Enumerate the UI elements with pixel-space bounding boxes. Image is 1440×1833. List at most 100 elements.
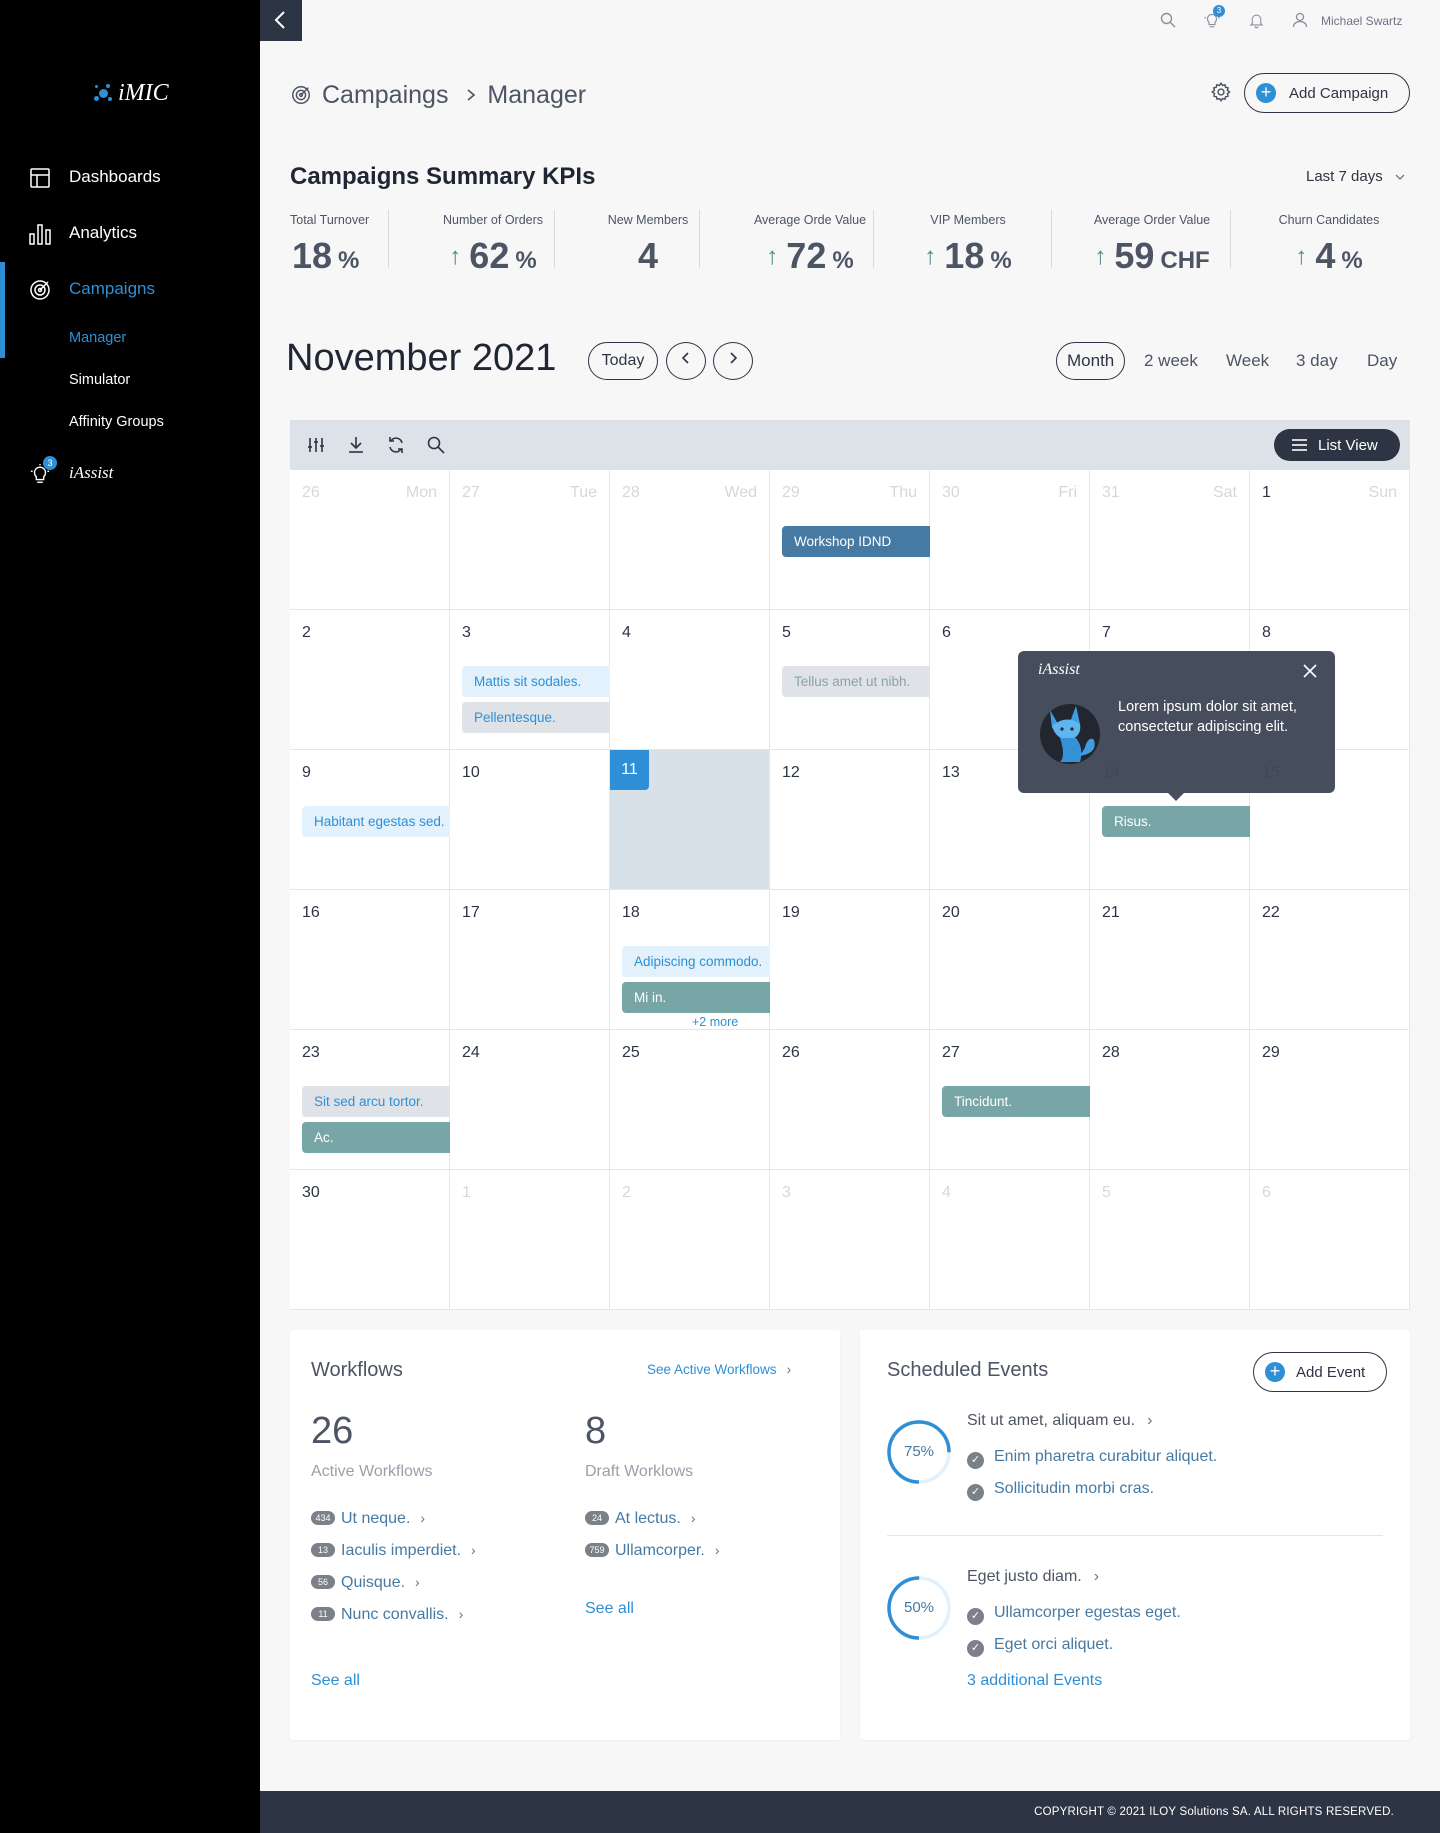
calendar-day-cell[interactable]: 17	[450, 890, 610, 1030]
kpi-separator	[873, 210, 874, 268]
calendar-event[interactable]: Tincidunt.	[942, 1086, 1090, 1117]
sidebar-item-campaigns[interactable]: Campaigns	[0, 262, 260, 358]
calendar-day-cell[interactable]: 20	[930, 890, 1090, 1030]
sidebar-item-iassist[interactable]: 3 iAssist	[0, 454, 260, 494]
app-logo[interactable]: iMIC	[92, 80, 169, 107]
refresh-icon[interactable]	[386, 435, 406, 455]
next-month-button[interactable]	[713, 342, 753, 380]
sidebar-subitem-manager[interactable]: Manager	[69, 330, 126, 346]
calendar-day-cell[interactable]: 6	[1250, 1170, 1410, 1310]
dashboard-icon	[30, 168, 50, 188]
workflow-item[interactable]: 759 Ullamcorper. ›	[585, 1542, 719, 1560]
calendar-day-cell[interactable]: 5	[1090, 1170, 1250, 1310]
trend-up-icon: ↑	[924, 243, 937, 270]
calendar-day-cell[interactable]: 26	[770, 1030, 930, 1170]
logo-dots-icon	[92, 83, 114, 105]
calendar-day-cell[interactable]: 21	[1090, 890, 1250, 1030]
search-icon[interactable]	[1160, 12, 1176, 28]
sidebar-subitem-simulator[interactable]: Simulator	[69, 372, 130, 388]
calendar-day-cell[interactable]: 11	[610, 750, 770, 890]
view-day-button[interactable]: Day	[1367, 351, 1397, 371]
calendar-day-cell[interactable]: 24	[450, 1030, 610, 1170]
day-number: 24	[462, 1044, 480, 1061]
gear-icon[interactable]	[1210, 81, 1232, 103]
calendar-day-cell[interactable]: 28 Wed	[610, 470, 770, 610]
download-icon[interactable]	[346, 435, 366, 455]
calendar-day-cell[interactable]: 2	[610, 1170, 770, 1310]
day-number: 6	[1262, 1184, 1271, 1201]
calendar-event[interactable]: Adipiscing commodo.	[622, 946, 770, 977]
app-root: iMIC Dashboards Analytics Campaigns Mana…	[0, 0, 1440, 1833]
calendar-day-cell[interactable]: 22	[1250, 890, 1410, 1030]
calendar-day-cell[interactable]: 30	[290, 1170, 450, 1310]
scheduled-event-item[interactable]: ✓ Sollicitudin morbi cras.	[967, 1480, 1154, 1501]
add-event-button[interactable]: + Add Event	[1253, 1352, 1387, 1392]
date-range-select[interactable]: Last 7 days	[1306, 168, 1405, 185]
close-icon[interactable]	[1302, 663, 1318, 679]
calendar-day-cell[interactable]: 1 Sun	[1250, 470, 1410, 610]
calendar-day-cell[interactable]: 4	[930, 1170, 1090, 1310]
weekday-label: Sat	[1212, 484, 1237, 501]
view-month-button[interactable]: Month	[1056, 342, 1126, 380]
calendar-day-cell[interactable]: 12	[770, 750, 930, 890]
view-3day-button[interactable]: 3 day	[1296, 351, 1338, 371]
bell-icon[interactable]	[1248, 11, 1265, 29]
calendar-event[interactable]: Habitant egestas sed.	[302, 806, 450, 837]
view-2week-button[interactable]: 2 week	[1144, 351, 1198, 371]
search-icon[interactable]	[426, 435, 446, 455]
scheduled-event-item[interactable]: ✓ Ullamcorper egestas eget.	[967, 1604, 1181, 1625]
calendar-day-cell[interactable]: 29	[1250, 1030, 1410, 1170]
calendar-day-cell[interactable]: 4	[610, 610, 770, 750]
more-events-link[interactable]: +2 more	[692, 1015, 738, 1029]
see-active-workflows-link[interactable]: See Active Workflows ›	[647, 1362, 791, 1377]
calendar-day-cell[interactable]: 16	[290, 890, 450, 1030]
add-campaign-button[interactable]: + Add Campaign	[1244, 73, 1410, 113]
event-group-title[interactable]: Eget justo diam. ›	[967, 1568, 1099, 1586]
kpi-unit: CHF	[1160, 247, 1210, 274]
event-group-title[interactable]: Sit ut amet, aliquam eu. ›	[967, 1412, 1152, 1430]
workflow-item[interactable]: 11 Nunc convallis. ›	[311, 1606, 463, 1624]
user-name[interactable]: Michael Swartz	[1321, 14, 1402, 28]
user-icon[interactable]	[1292, 12, 1308, 28]
trend-up-icon: ↑	[766, 243, 779, 270]
calendar-day-cell[interactable]: 3	[770, 1170, 930, 1310]
calendar-event[interactable]: Mattis sit sodales.	[462, 666, 610, 697]
additional-events-link[interactable]: 3 additional Events	[967, 1672, 1102, 1690]
calendar-event[interactable]: Risus.	[1102, 806, 1250, 837]
workflow-item[interactable]: 24 At lectus. ›	[585, 1510, 695, 1528]
calendar-event[interactable]: Workshop IDND	[782, 526, 930, 557]
calendar-event[interactable]: Pellentesque.	[462, 702, 610, 733]
workflow-item[interactable]: 434 Ut neque. ›	[311, 1510, 425, 1528]
calendar-event[interactable]: Ac.	[302, 1122, 450, 1153]
calendar-day-cell[interactable]: 30 Fri	[930, 470, 1090, 610]
draft-see-all-link[interactable]: See all	[585, 1600, 634, 1618]
calendar-event[interactable]: Tellus amet ut nibh.	[782, 666, 930, 697]
calendar-day-cell[interactable]: 27 Tue	[450, 470, 610, 610]
day-number: 2	[302, 624, 311, 641]
prev-month-button[interactable]	[666, 342, 706, 380]
calendar-day-cell[interactable]: 25	[610, 1030, 770, 1170]
calendar-day-cell[interactable]: 26 Mon	[290, 470, 450, 610]
calendar-day-cell[interactable]: 2	[290, 610, 450, 750]
scheduled-event-item[interactable]: ✓ Eget orci aliquet.	[967, 1636, 1113, 1657]
calendar-day-cell[interactable]: 1	[450, 1170, 610, 1310]
collapse-sidebar-button[interactable]	[260, 0, 302, 41]
sidebar-subitem-affinity-groups[interactable]: Affinity Groups	[69, 414, 164, 430]
calendar-day-cell[interactable]: 19	[770, 890, 930, 1030]
breadcrumb-campaigns[interactable]: Campaings	[322, 81, 448, 109]
calendar-day-cell[interactable]: 28	[1090, 1030, 1250, 1170]
workflow-item[interactable]: 56 Quisque. ›	[311, 1574, 420, 1592]
calendar-event[interactable]: Mi in.	[622, 982, 770, 1013]
filter-sliders-icon[interactable]	[306, 435, 326, 455]
calendar-day-cell[interactable]: 10	[450, 750, 610, 890]
view-week-button[interactable]: Week	[1226, 351, 1269, 371]
calendar-day-cell[interactable]: 31 Sat	[1090, 470, 1250, 610]
active-see-all-link[interactable]: See all	[311, 1672, 360, 1690]
workflow-item[interactable]: 13 Iaculis imperdiet. ›	[311, 1542, 476, 1560]
calendar-event[interactable]: Sit sed arcu tortor.	[302, 1086, 450, 1117]
list-view-button[interactable]: List View	[1274, 429, 1400, 461]
sidebar-item-dashboards[interactable]: Dashboards	[0, 150, 260, 206]
today-button[interactable]: Today	[588, 342, 658, 380]
scheduled-event-item[interactable]: ✓ Enim pharetra curabitur aliquet.	[967, 1448, 1217, 1469]
sidebar-item-analytics[interactable]: Analytics	[0, 206, 260, 262]
